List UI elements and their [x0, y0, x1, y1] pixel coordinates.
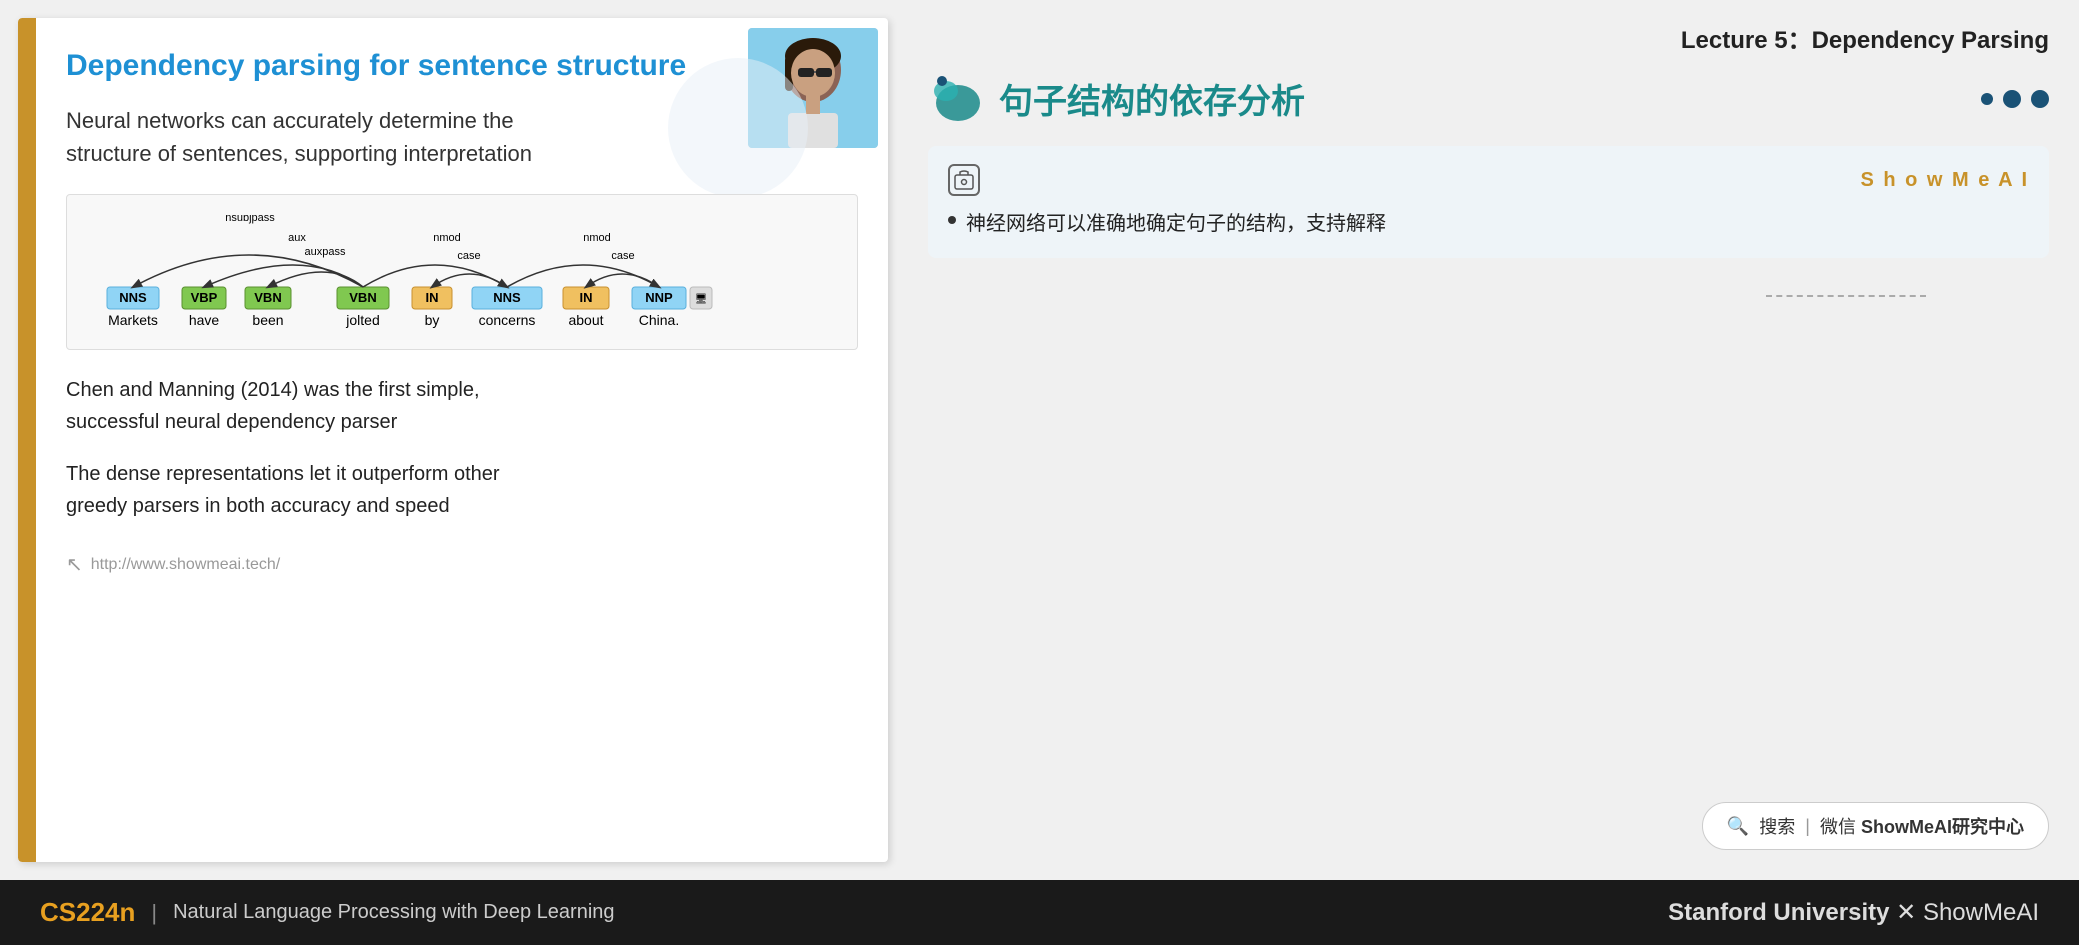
dep-diagram: NNS Markets VBP have VBN been VBN jolted — [66, 194, 858, 350]
chinese-title: 句子结构的依存分析 — [999, 74, 1305, 123]
showmeai-label: S h o w M e A I — [1860, 169, 2029, 192]
translation-text: 神经网络可以准确地确定句子的结构，支持解释 — [966, 208, 1386, 240]
dashed-connector — [1766, 295, 1926, 297]
bullet-dot — [948, 216, 956, 224]
cross-symbol: ✕ — [1896, 899, 1923, 926]
bottom-right: Stanford University ✕ ShowMeAI — [1668, 898, 2039, 927]
search-divider: | — [1805, 816, 1810, 837]
search-wechat-label: 微信 ShowMeAI研究中心 — [1820, 813, 2024, 839]
teal-wave-icon — [928, 71, 983, 126]
svg-text:case: case — [457, 250, 480, 262]
search-box[interactable]: 🔍 搜索 | 微信 ShowMeAI研究中心 — [1702, 802, 2049, 850]
svg-text:jolted: jolted — [345, 312, 379, 328]
svg-text:been: been — [252, 312, 283, 328]
nav-dot-3[interactable] — [2031, 90, 2049, 108]
bottom-left: CS224n | Natural Language Processing wit… — [40, 897, 615, 928]
search-icon: 🔍 — [1727, 816, 1749, 837]
translation-bullet: 神经网络可以准确地确定句子的结构，支持解释 — [948, 208, 2029, 240]
showmeai-brand: ShowMeAI — [1923, 899, 2039, 926]
svg-text:nsubjpass: nsubjpass — [225, 215, 275, 224]
svg-text:auxpass: auxpass — [305, 246, 346, 258]
ai-icon — [948, 164, 980, 196]
svg-text:🖥: 🖥 — [695, 293, 708, 305]
svg-text:about: about — [568, 312, 603, 328]
course-code: CS224n — [40, 897, 135, 928]
svg-text:nmod: nmod — [433, 232, 461, 244]
slide-content: Dependency parsing for sentence structur… — [46, 18, 888, 862]
slide-footer: ↖ http://www.showmeai.tech/ — [66, 542, 858, 577]
nav-dot-2[interactable] — [2003, 90, 2021, 108]
slide-body-text-2: The dense representations let it outperf… — [66, 458, 858, 522]
footer-url: http://www.showmeai.tech/ — [91, 556, 280, 574]
bottom-pipe: | — [151, 900, 157, 926]
main-content: Dependency parsing for sentence structur… — [0, 0, 2079, 880]
bottom-bar: CS224n | Natural Language Processing wit… — [0, 880, 2079, 945]
cursor-icon: ↖ — [66, 552, 83, 577]
svg-text:China.: China. — [639, 312, 679, 328]
dot-navigation — [1981, 90, 2049, 108]
svg-text:NNS: NNS — [119, 290, 147, 305]
svg-text:IN: IN — [580, 290, 593, 305]
slide-panel: Dependency parsing for sentence structur… — [18, 18, 888, 862]
translation-card-header: S h o w M e A I — [948, 164, 2029, 196]
chinese-section: 句子结构的依存分析 — [928, 71, 2049, 126]
nav-dot-1[interactable] — [1981, 93, 1993, 105]
svg-text:VBN: VBN — [254, 290, 281, 305]
search-text: 搜索 — [1759, 813, 1795, 839]
translation-card: S h o w M e A I 神经网络可以准确地确定句子的结构，支持解释 — [928, 146, 2049, 258]
svg-text:VBP: VBP — [191, 290, 218, 305]
svg-text:IN: IN — [426, 290, 439, 305]
slide-left-bar — [18, 18, 36, 862]
svg-text:NNS: NNS — [493, 290, 521, 305]
stanford-label: Stanford University — [1668, 899, 1889, 926]
lecture-header: Lecture 5：Dependency Parsing — [928, 10, 2049, 71]
svg-text:have: have — [189, 312, 220, 328]
slide-body-text-1: Chen and Manning (2014) was the first si… — [66, 374, 858, 438]
svg-text:nmod: nmod — [583, 232, 611, 244]
svg-text:by: by — [425, 312, 440, 328]
dep-diagram-svg: NNS Markets VBP have VBN been VBN jolted — [87, 215, 787, 335]
right-panel: Lecture 5：Dependency Parsing 句子结构的依存分析 — [888, 0, 2079, 880]
svg-text:NNP: NNP — [645, 290, 673, 305]
svg-text:VBN: VBN — [349, 290, 376, 305]
svg-text:case: case — [611, 250, 634, 262]
svg-text:Markets: Markets — [108, 312, 158, 328]
svg-text:concerns: concerns — [479, 312, 536, 328]
course-description: Natural Language Processing with Deep Le… — [173, 901, 614, 924]
svg-text:aux: aux — [288, 232, 306, 244]
